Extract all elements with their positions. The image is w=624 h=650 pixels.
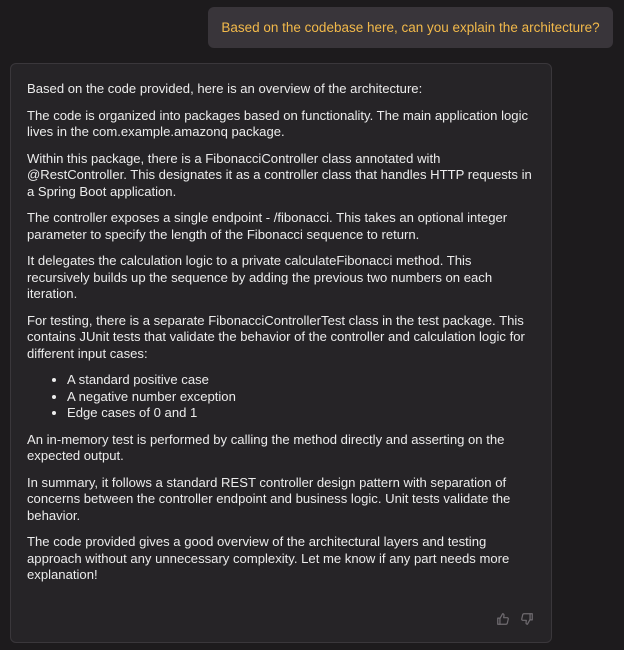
assistant-paragraph: The code is organized into packages base…	[27, 107, 529, 140]
assistant-paragraph: Within this package, there is a Fibonacc…	[27, 150, 532, 199]
assistant-paragraph: In summary, it follows a standard REST c…	[27, 474, 511, 523]
user-message-bubble: Based on the codebase here, can you expl…	[208, 7, 613, 48]
list-item: Edge cases of 0 and 1	[67, 405, 535, 422]
assistant-paragraph: For testing, there is a separate Fibonac…	[27, 312, 525, 361]
assistant-message-card: Based on the code provided, here is an o…	[10, 63, 552, 643]
list-item: A standard positive case	[67, 372, 535, 389]
assistant-paragraph: Based on the code provided, here is an o…	[27, 81, 423, 96]
thumbs-up-icon[interactable]	[496, 612, 510, 626]
assistant-paragraph: An in-memory test is performed by callin…	[27, 431, 505, 464]
assistant-paragraph: It delegates the calculation logic to a …	[27, 253, 493, 301]
assistant-paragraph: The controller exposes a single endpoint…	[27, 210, 508, 242]
test-cases-list: A standard positive case A negative numb…	[27, 372, 535, 422]
user-message-text: Based on the codebase here, can you expl…	[221, 20, 600, 35]
feedback-controls	[496, 612, 534, 626]
list-item: A negative number exception	[67, 389, 535, 406]
assistant-paragraph: The code provided gives a good overview …	[27, 534, 510, 582]
thumbs-down-icon[interactable]	[520, 612, 534, 626]
